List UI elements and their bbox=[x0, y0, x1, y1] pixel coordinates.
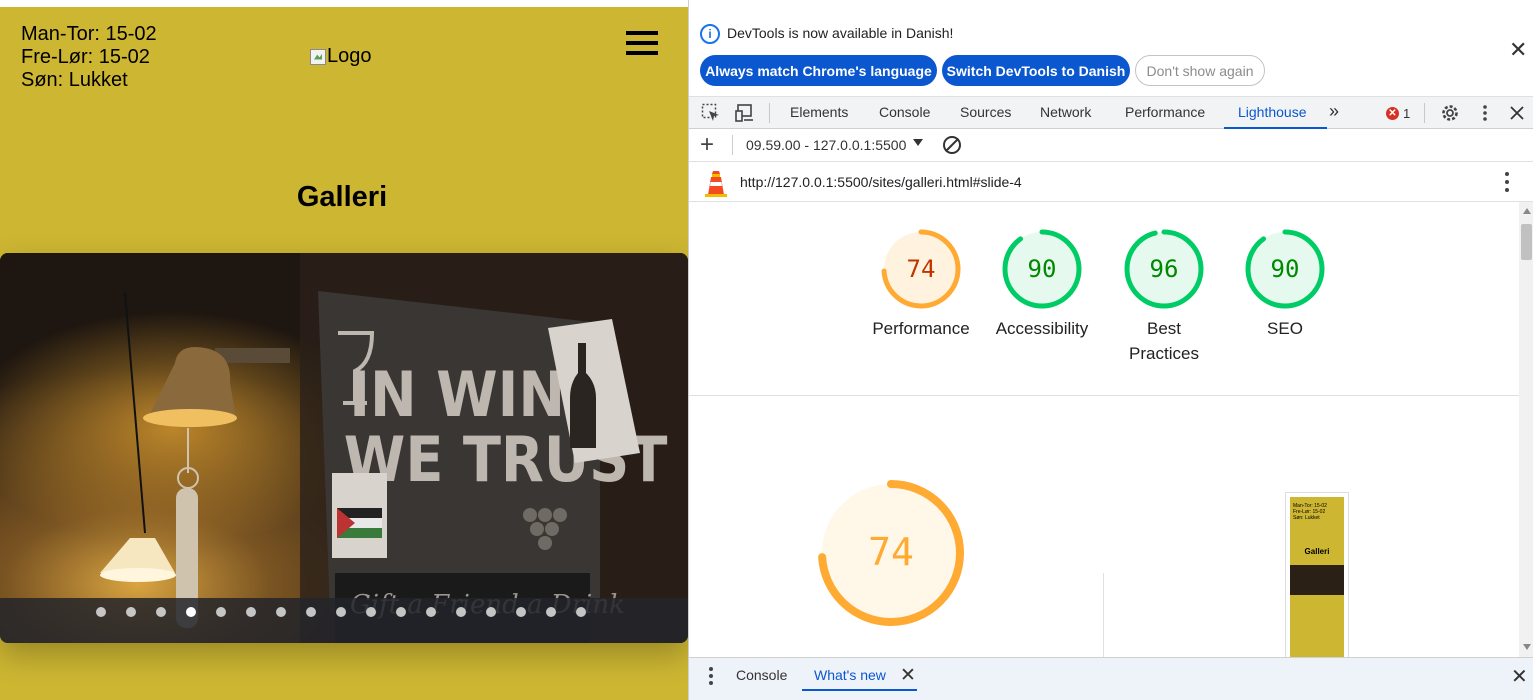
report-url: http://127.0.0.1:5500/sites/galleri.html… bbox=[740, 174, 1022, 190]
slider-dot[interactable] bbox=[486, 607, 496, 617]
dont-show-again-button[interactable]: Don't show again bbox=[1135, 55, 1265, 86]
caret-down-icon[interactable] bbox=[913, 139, 923, 146]
slider-dot[interactable] bbox=[456, 607, 466, 617]
close-tab-icon[interactable]: ✕ bbox=[900, 664, 916, 687]
gauge-label: Performance bbox=[872, 319, 970, 338]
tab-performance[interactable]: Performance bbox=[1125, 104, 1205, 120]
error-count: 1 bbox=[1403, 106, 1411, 121]
slider-dot[interactable] bbox=[246, 607, 256, 617]
scroll-down-icon[interactable] bbox=[1523, 644, 1531, 650]
close-icon[interactable]: ✕ bbox=[1509, 39, 1527, 61]
scroll-up-icon[interactable] bbox=[1523, 208, 1531, 214]
gauge-best-practices[interactable]: 96 Best Practices bbox=[1109, 226, 1219, 366]
infobar-message: DevTools is now available in Danish! bbox=[727, 25, 954, 41]
tab-lighthouse[interactable]: Lighthouse bbox=[1238, 104, 1307, 120]
switch-language-button[interactable]: Switch DevTools to Danish bbox=[942, 55, 1130, 86]
slider-dot[interactable] bbox=[96, 607, 106, 617]
performance-main-gauge: 74 bbox=[818, 480, 964, 626]
gauge-score: 90 bbox=[1028, 255, 1057, 283]
gallery-slider[interactable]: IN WINE WE TRUST Gift a Friend a Drink bbox=[0, 253, 688, 643]
device-toolbar-icon[interactable] bbox=[735, 103, 755, 123]
tab-console[interactable]: Console bbox=[879, 104, 930, 120]
inspect-element-icon[interactable] bbox=[701, 103, 721, 123]
info-icon: i bbox=[700, 24, 720, 44]
gauge-score: 90 bbox=[1271, 255, 1300, 283]
gauge-ring: 96 bbox=[1124, 229, 1204, 309]
hours-line: Søn: Lukket bbox=[21, 69, 128, 91]
slider-dot[interactable] bbox=[276, 607, 286, 617]
opening-hours: Man-Tor: 15-02 Fre-Lør: 15-02 Søn: Lukke… bbox=[21, 23, 157, 92]
slider-dot[interactable] bbox=[516, 607, 526, 617]
hours-line: Fre-Lør: 15-02 bbox=[21, 46, 150, 68]
active-drawer-tab-indicator bbox=[802, 689, 917, 691]
close-drawer-icon[interactable]: ✕ bbox=[1511, 664, 1528, 689]
slider-dot[interactable] bbox=[306, 607, 316, 617]
slider-dot[interactable] bbox=[396, 607, 406, 617]
thumbnail-title: Galleri bbox=[1304, 547, 1330, 556]
gauge-ring: 90 bbox=[1245, 229, 1325, 309]
page-title: Galleri bbox=[296, 181, 388, 213]
slider-dot[interactable] bbox=[216, 607, 226, 617]
error-icon: ✕ bbox=[1386, 107, 1399, 120]
slider-dot[interactable] bbox=[546, 607, 556, 617]
drawer-menu-icon[interactable] bbox=[708, 667, 714, 685]
devtools-drawer: Console What's new ✕ ✕ bbox=[689, 657, 1533, 700]
scrollbar-thumb[interactable] bbox=[1521, 224, 1532, 260]
tab-sources[interactable]: Sources bbox=[960, 104, 1011, 120]
hamburger-menu-icon[interactable] bbox=[626, 31, 658, 59]
final-screenshot-thumbnail[interactable]: Man-Tor: 15-02 Fre-Lør: 15-02 Søn: Lukke… bbox=[1285, 492, 1349, 657]
gauge-performance[interactable]: 74 Performance bbox=[866, 226, 976, 341]
match-language-button[interactable]: Always match Chrome's language bbox=[700, 55, 937, 86]
drawer-tab-console[interactable]: Console bbox=[736, 667, 787, 683]
gauge-ring: 74 bbox=[881, 229, 961, 309]
logo-alt-text: Logo bbox=[327, 45, 372, 67]
gauge-seo[interactable]: 90 SEO bbox=[1230, 226, 1340, 341]
report-menu-icon[interactable] bbox=[1504, 172, 1510, 194]
chevron-double-right-icon[interactable]: » bbox=[1329, 101, 1339, 122]
close-devtools-icon[interactable] bbox=[1507, 103, 1527, 123]
devtools-tab-bar: Elements Console Sources Network Perform… bbox=[689, 96, 1533, 129]
website-viewport: Man-Tor: 15-02 Fre-Lør: 15-02 Søn: Lukke… bbox=[0, 7, 688, 700]
lighthouse-logo-icon bbox=[705, 171, 727, 197]
lighthouse-toolbar: + 09.59.00 - 127.0.0.1:5500 bbox=[689, 129, 1533, 162]
devtools-panel: i DevTools is now available in Danish! ✕… bbox=[688, 0, 1533, 700]
thumbnail-hours-line: Søn: Lukket bbox=[1293, 515, 1320, 521]
broken-image-icon bbox=[310, 48, 326, 65]
language-infobar: i DevTools is now available in Danish! ✕… bbox=[689, 0, 1533, 96]
gauge-score: 74 bbox=[907, 255, 936, 283]
new-report-icon[interactable]: + bbox=[700, 133, 714, 157]
slider-dot[interactable] bbox=[336, 607, 346, 617]
gauge-label: Accessibility bbox=[995, 319, 1089, 338]
report-scrollbar[interactable] bbox=[1519, 202, 1533, 657]
tab-network[interactable]: Network bbox=[1040, 104, 1091, 120]
gallery-photo: IN WINE WE TRUST Gift a Friend a Drink bbox=[0, 253, 688, 643]
slider-dot[interactable] bbox=[576, 607, 586, 617]
gauge-score: 96 bbox=[1150, 255, 1179, 283]
gear-icon[interactable] bbox=[1440, 103, 1460, 123]
slider-dot[interactable] bbox=[186, 607, 196, 617]
thumbnail-image bbox=[1290, 565, 1344, 595]
thumbnail-hours: Man-Tor: 15-02 Fre-Lør: 15-02 Søn: Lukke… bbox=[1293, 503, 1327, 521]
slider-dot[interactable] bbox=[156, 607, 166, 617]
performance-main-score: 74 bbox=[868, 530, 914, 574]
gauge-label: Best Practices bbox=[1129, 319, 1199, 363]
gauge-label: SEO bbox=[1267, 319, 1303, 338]
report-selector[interactable]: 09.59.00 - 127.0.0.1:5500 bbox=[746, 137, 906, 153]
slider-pagination bbox=[96, 607, 586, 617]
more-options-icon[interactable] bbox=[1475, 103, 1495, 123]
site-logo[interactable]: Logo bbox=[310, 45, 372, 68]
clear-reports-icon[interactable] bbox=[943, 136, 961, 154]
slider-dot[interactable] bbox=[366, 607, 376, 617]
hours-line: Man-Tor: 15-02 bbox=[21, 23, 157, 45]
tab-elements[interactable]: Elements bbox=[790, 104, 848, 120]
slider-dot[interactable] bbox=[126, 607, 136, 617]
report-url-bar: http://127.0.0.1:5500/sites/galleri.html… bbox=[689, 162, 1533, 202]
gauge-accessibility[interactable]: 90 Accessibility bbox=[987, 226, 1097, 341]
error-counter[interactable]: ✕ 1 bbox=[1386, 106, 1410, 121]
gauge-ring: 90 bbox=[1002, 229, 1082, 309]
drawer-tab-whats-new[interactable]: What's new bbox=[814, 667, 886, 683]
slider-dot[interactable] bbox=[426, 607, 436, 617]
lighthouse-report: 74 Performance 90 Accessibility 96 Best Pract… bbox=[689, 202, 1519, 657]
